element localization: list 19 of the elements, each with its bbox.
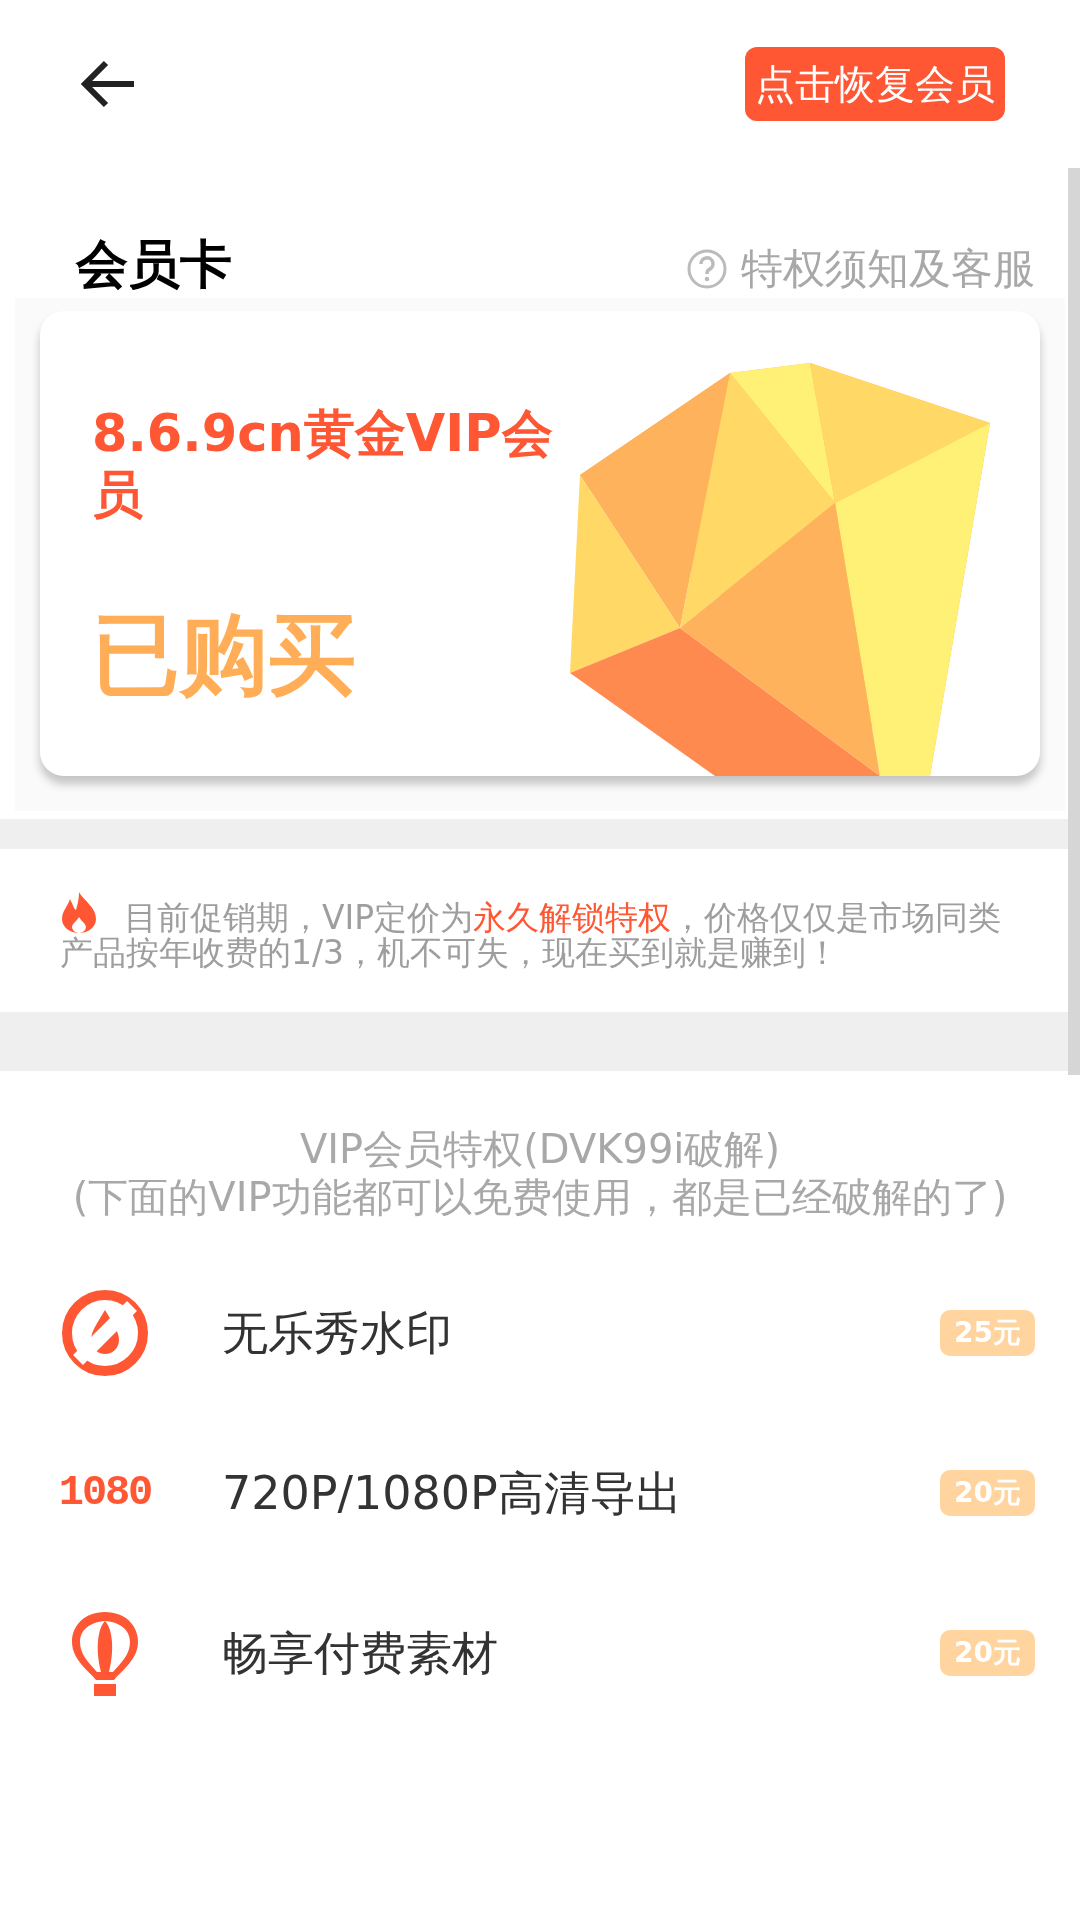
price-badge: 20元 — [940, 1470, 1035, 1516]
purchased-status: 已购买 — [92, 611, 356, 699]
help-link[interactable]: 特权须知及客服 — [687, 248, 1035, 290]
price-badge: 20元 — [940, 1630, 1035, 1676]
privilege-label: 720P/1080P高清导出 — [222, 1464, 683, 1522]
privileges-title: VIP会员特权(DVK99i破解) — [298, 1125, 782, 1173]
privilege-label: 畅享付费素材 — [222, 1624, 499, 1682]
section-title: 会员卡 — [76, 238, 232, 290]
restore-membership-button[interactable]: 点击恢复会员 — [745, 47, 1005, 121]
vip-name: 8.6.9cn黄金VIP会员 — [92, 403, 554, 526]
privilege-label: 无乐秀水印 — [222, 1304, 453, 1362]
promo-text: 目前促销期，VIP定价为永久解锁特权，价格仅仅是市场同类产品按年收费的1/3，机不可失，现在买到就是赚到！ — [60, 891, 1020, 971]
no-water-drop-icon — [60, 1288, 150, 1378]
resolution-icon: 1080 — [58, 1467, 152, 1519]
price-badge: 25元 — [940, 1310, 1035, 1356]
back-arrow-icon[interactable] — [80, 59, 136, 109]
help-icon — [687, 249, 727, 289]
privileges-subtitle: (下面的VIP功能都可以免费使用，都是已经破解的了) — [71, 1173, 1009, 1221]
flame-icon — [60, 891, 98, 933]
